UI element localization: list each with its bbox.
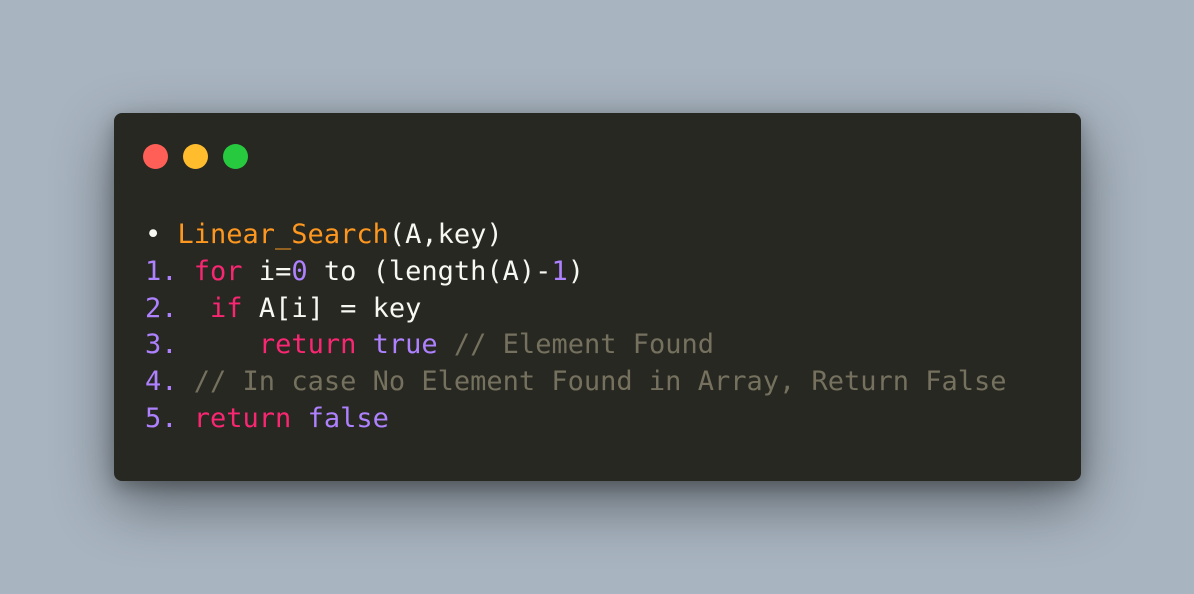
code-token: if bbox=[210, 292, 243, 324]
code-token: for bbox=[193, 255, 243, 287]
code-line: 4. // In case No Element Found in Array,… bbox=[145, 364, 1007, 401]
code-token: true bbox=[372, 329, 438, 361]
code-token: 1 bbox=[551, 255, 568, 287]
code-token: return bbox=[193, 402, 292, 434]
code-token: ) bbox=[567, 255, 584, 287]
code-token: // Element Found bbox=[437, 329, 714, 361]
code-line: 2. if A[i] = key bbox=[145, 291, 1007, 328]
line-number: 3. bbox=[145, 329, 194, 361]
function-name: Linear_Search bbox=[177, 219, 389, 250]
line-number: 2. bbox=[145, 292, 194, 324]
code-token: 0 bbox=[291, 255, 308, 287]
code-line: 1. for i=0 to (length(A)-1) bbox=[145, 254, 1007, 291]
code-window: • Linear_Search(A,key) 1. for i=0 to (len… bbox=[114, 113, 1081, 481]
line-number: 4. bbox=[145, 366, 194, 398]
code-line: 5. return false bbox=[145, 401, 1007, 438]
code-token: // In case No Element Found in Array, Re… bbox=[193, 366, 1007, 398]
code-token: to (length(A)- bbox=[307, 255, 552, 287]
code-block: • Linear_Search(A,key) 1. for i=0 to (len… bbox=[145, 217, 1007, 438]
function-params: (A,key) bbox=[388, 219, 503, 250]
code-token: i= bbox=[242, 255, 292, 287]
close-dot-icon[interactable] bbox=[143, 144, 168, 169]
maximize-dot-icon[interactable] bbox=[223, 144, 248, 169]
code-lines: 1. for i=0 to (length(A)-1) 2. if A[i] = … bbox=[145, 254, 1007, 438]
code-token: A[i] = key bbox=[242, 292, 422, 324]
code-token: return bbox=[258, 329, 357, 361]
code-line: 3. return true // Element Found bbox=[145, 327, 1007, 364]
window-controls bbox=[143, 144, 248, 169]
minimize-dot-icon[interactable] bbox=[183, 144, 208, 169]
bullet: • bbox=[145, 219, 178, 250]
code-token: false bbox=[307, 402, 389, 434]
code-header-line: • Linear_Search(A,key) bbox=[145, 217, 1007, 254]
line-number: 5. bbox=[145, 402, 194, 434]
line-number: 1. bbox=[145, 255, 194, 287]
